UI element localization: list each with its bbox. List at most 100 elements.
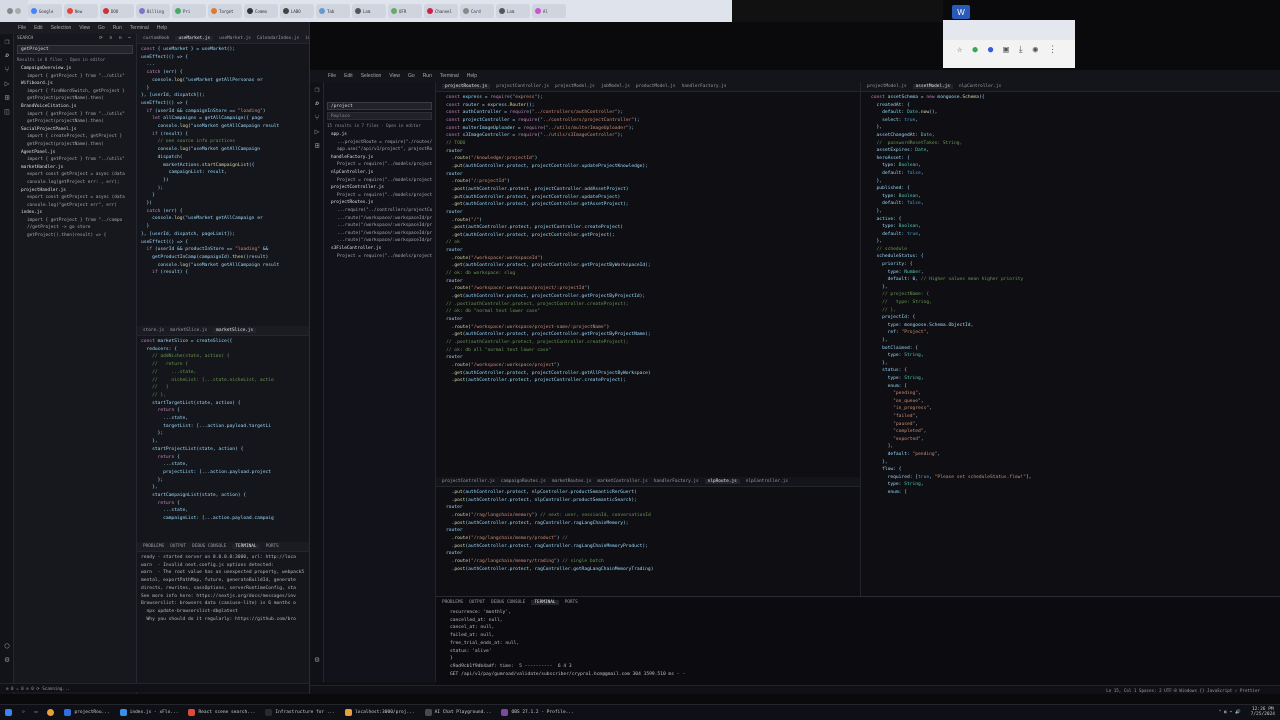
editor-tab[interactable]: projectModel.js [555, 84, 595, 89]
menu-item-run[interactable]: Run [113, 25, 122, 31]
editor-tab[interactable]: OUTPUT [170, 544, 186, 549]
search-result-match[interactable]: import { getProject } from "../compo [17, 217, 133, 225]
menu-item-terminal[interactable]: Terminal [130, 25, 149, 31]
replace-input[interactable]: Replace [327, 112, 432, 120]
search-result-file[interactable]: BrandVoiceCitation.js [17, 103, 133, 111]
editor-tab[interactable]: productModel.js [636, 84, 676, 89]
terminal-panel[interactable]: ready - started server on 0.0.0.0:3000, … [137, 552, 309, 652]
extensions-icon[interactable]: ⊞ [310, 138, 324, 152]
browser-icon[interactable] [42, 707, 59, 719]
browser-tab[interactable]: Lam [352, 4, 386, 18]
search-result-file[interactable]: AgentPanel.js [17, 149, 133, 157]
avatar[interactable]: ◉ [1033, 45, 1038, 55]
search-result-file[interactable]: projectHandler.js [17, 187, 133, 195]
settings-gear-icon[interactable]: ⚙ [310, 652, 324, 666]
menu-item-edit[interactable]: Edit [344, 73, 353, 79]
menu-item-edit[interactable]: Edit [34, 25, 43, 31]
search-actions-icon[interactable]: ⟳ ≡ ⊟ ⋯ [99, 36, 133, 41]
editor-tab[interactable]: customHook [143, 36, 169, 41]
search-input[interactable]: getProject [17, 45, 133, 54]
task-view-icon[interactable]: ▭ [30, 707, 43, 719]
search-result-file[interactable]: projectController.js [327, 184, 432, 192]
more-icon[interactable]: ⋮ [1048, 45, 1057, 55]
editor-tab[interactable]: handlerFactory.js [654, 479, 699, 484]
search-result-match[interactable]: ...route("/workspace/:workspaceId/projec… [327, 237, 432, 245]
source-control-icon[interactable]: ⑂ [0, 62, 14, 76]
menu-item-selection[interactable]: Selection [51, 25, 72, 31]
remote-icon[interactable]: ◫ [0, 104, 14, 118]
editor-tab[interactable]: useMarket.js [219, 36, 251, 41]
search-result-match[interactable]: Project = require("../models/project [327, 192, 432, 200]
browser-tab[interactable]: Target [208, 4, 242, 18]
search-result-match[interactable]: console.log("getProject err", err) [17, 202, 133, 210]
search-result-match[interactable]: ...require("../controllers/projectCo [327, 207, 432, 215]
taskbar-app[interactable]: index.js - xFlo... [115, 707, 184, 719]
search-result-match[interactable]: console.log(getProject err: , err); [17, 179, 133, 187]
search-input[interactable]: /project [327, 102, 432, 110]
menu-item-go[interactable]: Go [98, 25, 105, 31]
search-result-match[interactable]: import { createProject, getProject } [17, 133, 133, 141]
taskbar-app[interactable]: projectRou... [59, 707, 114, 719]
search-result-match[interactable]: Project = require("../models/project [327, 177, 432, 185]
editor-tab[interactable]: nlpRoute.js [704, 479, 740, 484]
menu-item-help[interactable]: Help [467, 73, 477, 79]
settings-gear-icon[interactable]: ⚙ [0, 652, 14, 666]
word-app-icon[interactable]: W [952, 5, 970, 19]
taskbar-app[interactable]: AI Chat Playground... [420, 707, 497, 719]
run-debug-icon[interactable]: ▷ [0, 76, 14, 90]
source-control-icon[interactable]: ⑂ [310, 110, 324, 124]
puzzle-icon[interactable]: ▣ [1003, 45, 1008, 55]
editor-tab[interactable]: assetModel.js [912, 84, 954, 89]
editor-tab[interactable]: marketSlice.js [213, 328, 257, 333]
search-result-match[interactable]: //getProject -> go store [17, 224, 133, 232]
menu-item-run[interactable]: Run [423, 73, 432, 79]
editor-tab[interactable]: TERMINAL [531, 599, 559, 605]
editor-tab[interactable]: PROBLEMS [442, 600, 463, 605]
editor-tab[interactable]: handlerFactory.js [682, 84, 727, 89]
browser-tab[interactable]: Commo [244, 4, 278, 18]
search-result-file[interactable]: handleFactory.js [327, 154, 432, 162]
search-result-match[interactable]: app.use("/api/v1/project", projectRout [327, 146, 432, 154]
files-icon[interactable]: ❐ [0, 34, 14, 48]
browser-tab[interactable]: New [64, 4, 98, 18]
menu-item-file[interactable]: File [18, 25, 26, 31]
account-icon[interactable]: ◯ [0, 638, 14, 652]
code-editor[interactable]: const marketSlice = createSlice({ reduce… [137, 336, 309, 542]
browser-menu-icon[interactable] [7, 8, 13, 14]
search-icon[interactable]: ⌕ [310, 96, 324, 110]
editor-tab[interactable]: PROBLEMS [143, 544, 164, 549]
files-icon[interactable]: ❐ [310, 82, 324, 96]
search-result-match[interactable]: getProject(projectName).then( [17, 95, 133, 103]
extensions-icon[interactable]: ⊞ [0, 90, 14, 104]
editor-tab[interactable]: DEBUG CONSOLE [491, 600, 525, 605]
menu-item-view[interactable]: View [389, 73, 400, 79]
browser-tab[interactable]: Lam [496, 4, 530, 18]
extension-icon[interactable]: ● [972, 45, 977, 55]
browser-tab[interactable]: DOO [100, 4, 134, 18]
search-result-match[interactable]: ...route("/workspace/:workspaceId/projec… [327, 230, 432, 238]
search-result-match[interactable]: import { findWordSwitch, getProject } [17, 88, 133, 96]
browser-tab[interactable]: OFR [388, 4, 422, 18]
search-result-match[interactable]: import { getProject } from "../utils" [17, 156, 133, 164]
menu-item-selection[interactable]: Selection [361, 73, 382, 79]
search-result-match[interactable]: ...route("/workspace/:workspaceId/projec… [327, 222, 432, 230]
search-result-match[interactable]: getProject().then(result) => { [17, 232, 133, 240]
menu-item-terminal[interactable]: Terminal [440, 73, 459, 79]
code-editor[interactable]: const assetSchema = new mongoose.Schema(… [861, 92, 1280, 598]
search-result-match[interactable]: ...route("/workspace/:workspaceId/projec… [327, 215, 432, 223]
search-result-match[interactable]: Project = require("../models/project [327, 161, 432, 169]
search-result-file[interactable]: projectRoutes.js [327, 199, 432, 207]
search-icon[interactable]: ⌕ [17, 707, 30, 719]
search-result-match[interactable]: export const getProject = async (data [17, 194, 133, 202]
browser-tab[interactable]: Billing [136, 4, 170, 18]
search-result-file[interactable]: Wifiboard.js [17, 80, 133, 88]
search-icon[interactable]: ⌕ [0, 48, 14, 62]
editor-tab[interactable]: PORTS [565, 600, 578, 605]
editor-tab[interactable]: index.js [305, 36, 309, 41]
browser-profile-icon[interactable] [15, 8, 21, 14]
editor-tab[interactable]: PORTS [266, 544, 279, 549]
editor-tab[interactable]: projectRoutes.js [442, 84, 491, 89]
taskbar-app[interactable]: React scene search... [183, 707, 260, 719]
menu-item-help[interactable]: Help [157, 25, 167, 31]
editor-tab[interactable]: nlpController.js [959, 84, 1001, 89]
